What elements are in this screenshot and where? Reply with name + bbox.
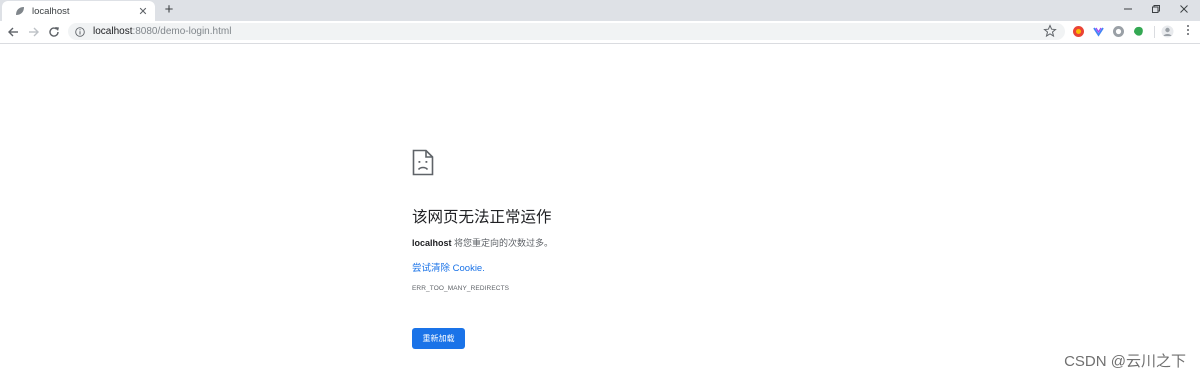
extension-blue-icon[interactable] — [1092, 25, 1105, 38]
error-message: localhost 将您重定向的次数过多。 — [412, 236, 553, 249]
info-icon[interactable] — [75, 26, 85, 37]
error-code: ERR_TOO_MANY_REDIRECTS — [412, 285, 510, 292]
tab-title: localhost — [32, 5, 70, 17]
extension-red-icon[interactable] — [1072, 25, 1085, 38]
watermark-text: CSDN @云川之下 — [1064, 353, 1186, 370]
forward-button[interactable] — [26, 24, 42, 40]
menu-dot — [1187, 33, 1189, 35]
extension-green-glyph — [1134, 26, 1143, 36]
clear-cookies-link[interactable]: 尝试清除 Cookie. — [412, 260, 485, 274]
profile-avatar-glyph — [1161, 25, 1174, 38]
url-path: :8080/demo-login.html — [132, 26, 232, 37]
arrow-left-icon — [8, 27, 18, 37]
restore-button[interactable] — [1142, 0, 1170, 18]
menu-dot — [1187, 29, 1189, 31]
error-message-text: 将您重定向的次数过多。 — [451, 238, 554, 248]
minimize-button[interactable] — [1114, 0, 1142, 18]
restore-icon — [1152, 5, 1160, 13]
back-button[interactable] — [5, 24, 21, 40]
new-tab-button[interactable]: + — [161, 2, 177, 18]
arrow-right-icon — [29, 27, 39, 37]
profile-avatar-icon[interactable] — [1161, 25, 1174, 38]
reload-icon — [49, 27, 59, 37]
url-text[interactable]: localhost:8080/demo-login.html — [93, 26, 231, 37]
page-favicon-icon — [16, 7, 24, 15]
extension-blue-glyph — [1093, 27, 1104, 37]
minimize-icon — [1124, 8, 1132, 10]
extension-green-icon[interactable] — [1132, 25, 1145, 38]
extension-gray-glyph — [1113, 26, 1124, 37]
close-icon — [1180, 5, 1188, 13]
url-host: localhost — [93, 26, 133, 37]
star-icon[interactable] — [1043, 24, 1057, 38]
browser-toolbar: localhost:8080/demo-login.html — [0, 21, 1200, 44]
address-bar[interactable]: localhost:8080/demo-login.html — [68, 23, 1065, 40]
tab-strip: localhost ✕ + — [0, 0, 1200, 21]
menu-dot — [1187, 25, 1189, 27]
extension-red-glyph — [1073, 26, 1084, 37]
error-heading: 该网页无法正常运作 — [412, 209, 552, 226]
toolbar-divider — [1154, 26, 1155, 38]
browser-tab[interactable]: localhost ✕ — [2, 1, 155, 21]
reload-button[interactable] — [46, 24, 62, 40]
window-close-button[interactable] — [1170, 0, 1198, 18]
sad-document-icon — [412, 149, 434, 176]
extension-gray-icon[interactable] — [1112, 25, 1125, 38]
reload-page-button[interactable]: 重新加载 — [412, 328, 465, 349]
error-host: localhost — [412, 238, 452, 248]
tab-close-icon[interactable]: ✕ — [135, 5, 151, 18]
more-menu-icon[interactable] — [1185, 25, 1191, 35]
